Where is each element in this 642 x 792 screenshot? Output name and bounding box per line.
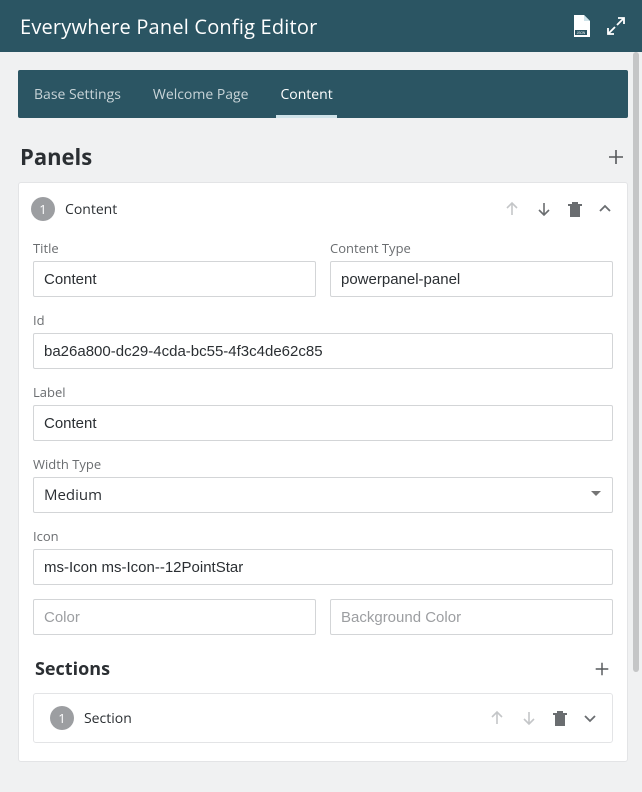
section-card: 1 Section xyxy=(33,693,613,743)
content-area: Base Settings Welcome Page Content Panel… xyxy=(0,52,642,792)
delete-button[interactable] xyxy=(552,709,568,727)
icon-label: Icon xyxy=(33,527,613,545)
tab-base-settings[interactable]: Base Settings xyxy=(18,70,137,118)
section-actions xyxy=(488,709,598,727)
move-up-button[interactable] xyxy=(503,200,521,218)
panel-body: Title Content Type Id xyxy=(19,235,627,761)
app-title: Everywhere Panel Config Editor xyxy=(20,13,317,40)
color-input[interactable] xyxy=(33,599,316,635)
section-name: Section xyxy=(84,709,488,728)
delete-button[interactable] xyxy=(567,200,583,218)
move-up-button[interactable] xyxy=(488,709,506,727)
content-type-label: Content Type xyxy=(330,239,613,257)
panel-name: Content xyxy=(65,200,503,219)
panels-heading: Panels xyxy=(20,142,92,172)
chevron-down-icon xyxy=(590,485,602,505)
tab-label: Content xyxy=(280,85,332,104)
content-type-input[interactable] xyxy=(330,261,613,297)
main-column: Base Settings Welcome Page Content Panel… xyxy=(0,52,642,792)
title-field: Title xyxy=(33,239,316,297)
panels-header: Panels xyxy=(20,142,626,172)
panel-index-badge: 1 xyxy=(31,197,55,221)
scrollbar-thumb[interactable] xyxy=(633,52,639,672)
id-input[interactable] xyxy=(33,333,613,369)
panel-actions xyxy=(503,200,613,218)
width-type-value: Medium xyxy=(44,485,102,505)
label-input[interactable] xyxy=(33,405,613,441)
move-down-button[interactable] xyxy=(520,709,538,727)
panel-card-header: 1 Content xyxy=(19,183,627,235)
background-color-input[interactable] xyxy=(330,599,613,635)
tab-welcome-page[interactable]: Welcome Page xyxy=(137,70,265,118)
add-section-button[interactable] xyxy=(593,660,611,678)
id-field: Id xyxy=(33,311,613,369)
width-type-label: Width Type xyxy=(33,455,613,473)
section-index-badge: 1 xyxy=(50,706,74,730)
svg-text:JSON: JSON xyxy=(577,31,586,35)
tab-bar: Base Settings Welcome Page Content xyxy=(18,70,628,118)
sections-heading: Sections xyxy=(35,657,110,681)
panel-card: 1 Content xyxy=(18,182,628,762)
move-down-button[interactable] xyxy=(535,200,553,218)
sections-header: Sections xyxy=(35,657,611,681)
json-file-icon[interactable]: JSON xyxy=(572,15,590,37)
tab-label: Base Settings xyxy=(34,85,121,104)
vertical-scrollbar[interactable] xyxy=(630,52,642,792)
color-field xyxy=(33,599,316,635)
id-label: Id xyxy=(33,311,613,329)
icon-field: Icon xyxy=(33,527,613,585)
tab-content[interactable]: Content xyxy=(264,70,348,118)
collapse-button[interactable] xyxy=(597,201,613,217)
title-label: Title xyxy=(33,239,316,257)
label-field: Label xyxy=(33,383,613,441)
content-type-field: Content Type xyxy=(330,239,613,297)
title-input[interactable] xyxy=(33,261,316,297)
background-color-field xyxy=(330,599,613,635)
width-type-select[interactable]: Medium xyxy=(33,477,613,513)
icon-input[interactable] xyxy=(33,549,613,585)
label-label: Label xyxy=(33,383,613,401)
add-panel-button[interactable] xyxy=(606,147,626,167)
topbar-actions: JSON xyxy=(572,15,626,37)
width-type-field: Width Type Medium xyxy=(33,455,613,513)
top-bar: Everywhere Panel Config Editor JSON xyxy=(0,0,642,52)
expand-button[interactable] xyxy=(582,710,598,726)
expand-icon[interactable] xyxy=(606,16,626,36)
tab-label: Welcome Page xyxy=(153,85,249,104)
